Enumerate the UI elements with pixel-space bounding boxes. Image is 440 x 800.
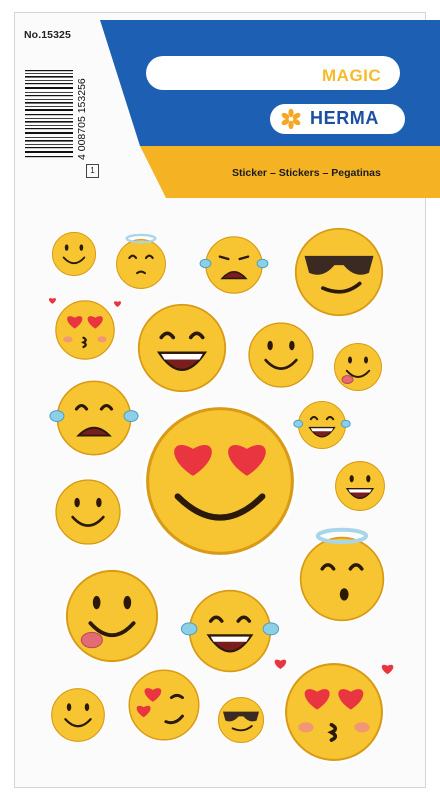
emoji-sticker-smile bbox=[247, 321, 315, 389]
emoji-sticker-heart-eyes bbox=[143, 404, 297, 558]
emoji-sticker-tongue bbox=[333, 342, 383, 392]
emoji-sticker-sunglasses bbox=[217, 696, 265, 744]
emoji-sticker-heart-wink bbox=[127, 668, 201, 742]
emoji-sticker-field bbox=[48, 226, 394, 763]
emoji-sticker-smile bbox=[51, 231, 97, 277]
emoji-sticker-smile bbox=[54, 478, 122, 546]
emoji-sticker-crying-laugh bbox=[49, 379, 139, 457]
emoji-sticker-tongue bbox=[64, 568, 160, 664]
emoji-sticker-laughing bbox=[136, 302, 228, 394]
emoji-sticker-angel-wow bbox=[298, 527, 386, 623]
emoji-sticker-tears-of-joy bbox=[293, 400, 351, 450]
emoji-sticker-sunglasses bbox=[293, 226, 385, 318]
emoji-sticker-angel-shy bbox=[115, 233, 167, 290]
emoji-sticker-heart-eyes-kiss bbox=[48, 298, 122, 361]
emoji-sticker-smile bbox=[50, 687, 106, 743]
emoji-sticker-grin bbox=[334, 460, 386, 512]
emoji-sticker-tears-of-joy bbox=[180, 588, 280, 674]
emoji-sticker-crying bbox=[199, 235, 269, 295]
emoji-sticker-heart-eyes-kiss bbox=[274, 659, 394, 763]
